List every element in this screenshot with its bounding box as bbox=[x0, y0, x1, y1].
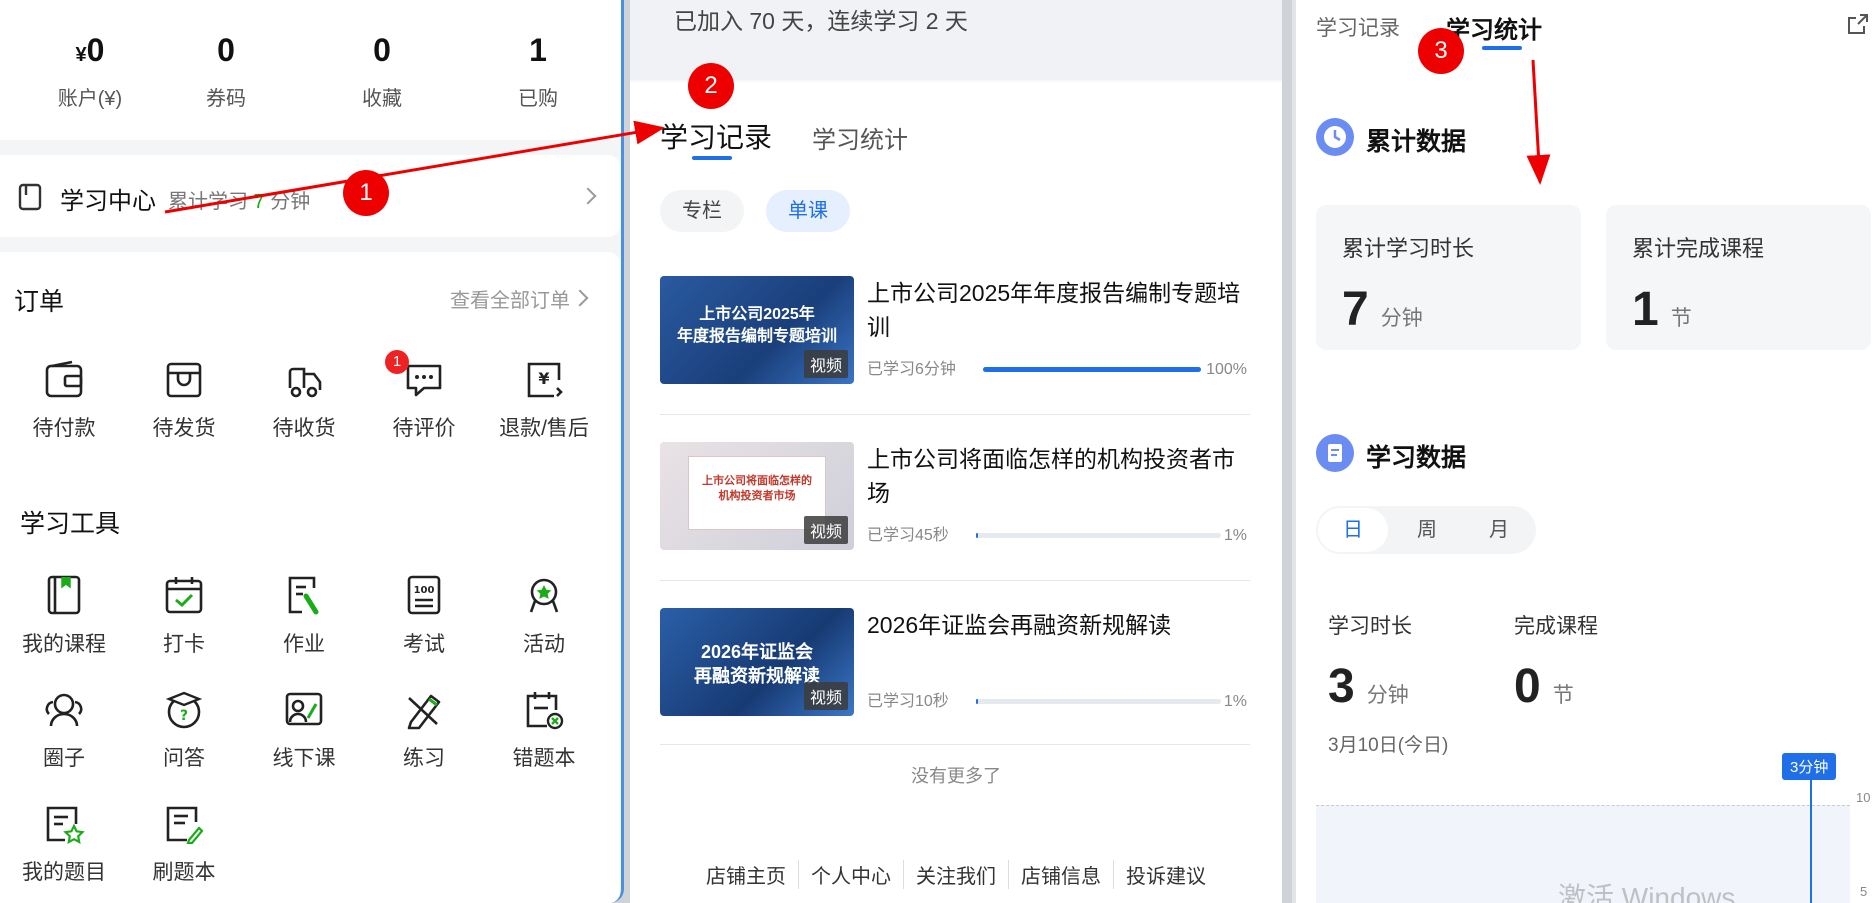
annotation-arrow-to-stats bbox=[1526, 59, 1551, 185]
annotation-marker-2: 2 bbox=[688, 63, 734, 109]
annotation-marker-1: 1 bbox=[343, 170, 389, 216]
annotation-marker-3: 3 bbox=[1418, 28, 1464, 74]
annotation-arrow-to-records bbox=[164, 120, 665, 214]
annotation-overlay bbox=[164, 59, 1551, 214]
